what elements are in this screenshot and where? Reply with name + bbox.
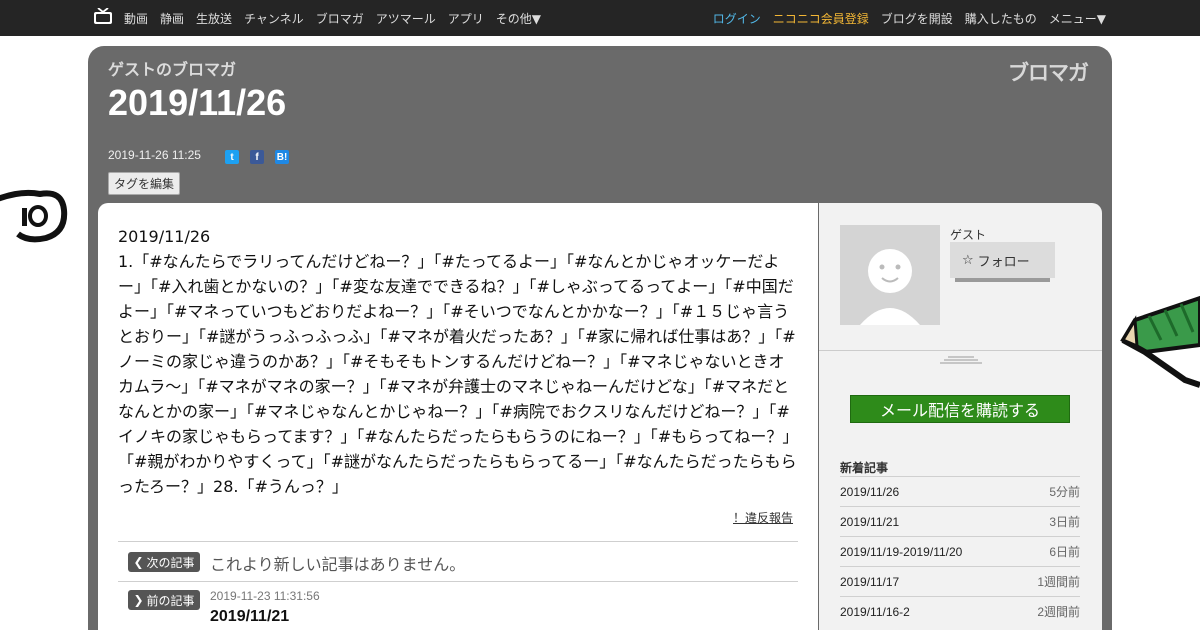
edit-tags-button[interactable]: タグを編集 <box>108 172 180 195</box>
follow-button[interactable]: ☆ フォロー <box>950 242 1055 278</box>
recent-article-title: 2019/11/21 <box>840 514 900 529</box>
post-datetime: 2019-11-26 11:25 <box>108 148 201 162</box>
follow-button-shadow <box>955 278 1050 282</box>
chevron-left-icon: ❮ <box>133 555 144 569</box>
niconico-tv-logo-icon[interactable] <box>94 8 112 24</box>
follow-label: フォロー <box>977 254 1030 270</box>
report-violation-link[interactable]: ！違反報告 <box>733 509 793 526</box>
nav-seiga[interactable]: 静画 <box>160 10 184 27</box>
open-blog-link[interactable]: ブログを開設 <box>881 10 953 27</box>
menu-dropdown[interactable]: メニュー▼ <box>1049 10 1106 27</box>
divider <box>118 581 798 582</box>
bromaga-logo[interactable]: ブロマガ <box>1008 57 1089 87</box>
drag-handle-icon[interactable] <box>940 356 982 364</box>
recent-article-title: 2019/11/16-2 <box>840 604 910 619</box>
nav-live[interactable]: 生放送 <box>196 10 232 27</box>
prev-article-title[interactable]: 2019/11/21 <box>210 608 289 626</box>
login-link[interactable]: ログイン <box>713 10 761 27</box>
article-body: 2019/11/26 1.「#なんたらでラリってんだけどねー？」「#たってるよー… <box>118 224 798 499</box>
blog-name[interactable]: ゲストのブロマガ <box>108 56 236 80</box>
service-nav: 動画 静画 生放送 チャンネル ブロマガ アツマール アプリ その他▼ <box>124 0 553 36</box>
twitter-icon[interactable]: t <box>225 150 239 164</box>
no-newer-articles-text: これより新しい記事はありません。 <box>210 555 466 574</box>
hatena-bookmark-icon[interactable]: B! <box>275 150 289 164</box>
nav-atsumaru[interactable]: アツマール <box>376 10 436 27</box>
avatar[interactable] <box>840 225 940 325</box>
nav-others-dropdown[interactable]: その他▼ <box>496 10 541 27</box>
recent-article-item[interactable]: 2019/11/21 3日前 <box>840 506 1080 536</box>
background-illustration-left <box>0 189 68 243</box>
sidebar-divider <box>819 350 1102 351</box>
recent-article-item[interactable]: 2019/11/16-2 2週間前 <box>840 596 1080 626</box>
recent-article-title: 2019/11/17 <box>840 574 900 589</box>
recent-article-age: 3日前 <box>1049 515 1080 529</box>
register-link[interactable]: ニコニコ会員登録 <box>773 10 869 27</box>
account-nav: ログイン ニコニコ会員登録 ブログを開設 購入したもの メニュー▼ <box>701 0 1106 36</box>
recent-article-age: 5分前 <box>1049 485 1080 499</box>
purchased-link[interactable]: 購入したもの <box>965 10 1037 27</box>
top-nav-bar: 動画 静画 生放送 チャンネル ブロマガ アツマール アプリ その他▼ ログイン… <box>0 0 1200 36</box>
username[interactable]: ゲスト <box>950 226 986 243</box>
recent-article-title: 2019/11/19-2019/11/20 <box>840 544 963 559</box>
next-article-label: 次の記事 <box>146 555 195 570</box>
article-first-line: 2019/11/26 <box>118 227 211 246</box>
recent-article-age: 2週間前 <box>1037 605 1080 619</box>
next-article-badge[interactable]: ❮ 次の記事 <box>128 552 200 572</box>
recent-article-item[interactable]: 2019/11/19-2019/11/20 6日前 <box>840 536 1080 566</box>
article-text: 1.「#なんたらでラリってんだけどねー？」「#たってるよー」「#なんとかじゃオッ… <box>118 252 797 496</box>
nav-apps[interactable]: アプリ <box>448 10 484 27</box>
chevron-right-icon: ❯ <box>133 593 144 607</box>
page-title: 2019/11/26 <box>108 82 287 123</box>
recent-article-item[interactable]: 2019/11/17 1週間前 <box>840 566 1080 596</box>
nav-video[interactable]: 動画 <box>124 10 148 27</box>
nav-bromaga[interactable]: ブロマガ <box>316 10 364 27</box>
recent-articles-heading: 新着記事 <box>840 461 889 475</box>
recent-article-item[interactable]: 2019/11/26 5分前 <box>840 476 1080 506</box>
nav-channel[interactable]: チャンネル <box>244 10 304 27</box>
divider <box>118 541 798 542</box>
pencil-illustration-right <box>1120 295 1200 388</box>
facebook-icon[interactable]: f <box>250 150 264 164</box>
recent-article-age: 6日前 <box>1049 545 1080 559</box>
recent-article-age: 1週間前 <box>1037 575 1080 589</box>
subscribe-mail-button[interactable]: メール配信を購読する <box>850 395 1070 423</box>
star-icon: ☆ <box>962 252 974 268</box>
prev-article-label: 前の記事 <box>146 593 195 608</box>
prev-article-badge[interactable]: ❯ 前の記事 <box>128 590 200 610</box>
prev-article-datetime: 2019-11-23 11:31:56 <box>210 589 320 603</box>
recent-article-title: 2019/11/26 <box>840 484 900 499</box>
